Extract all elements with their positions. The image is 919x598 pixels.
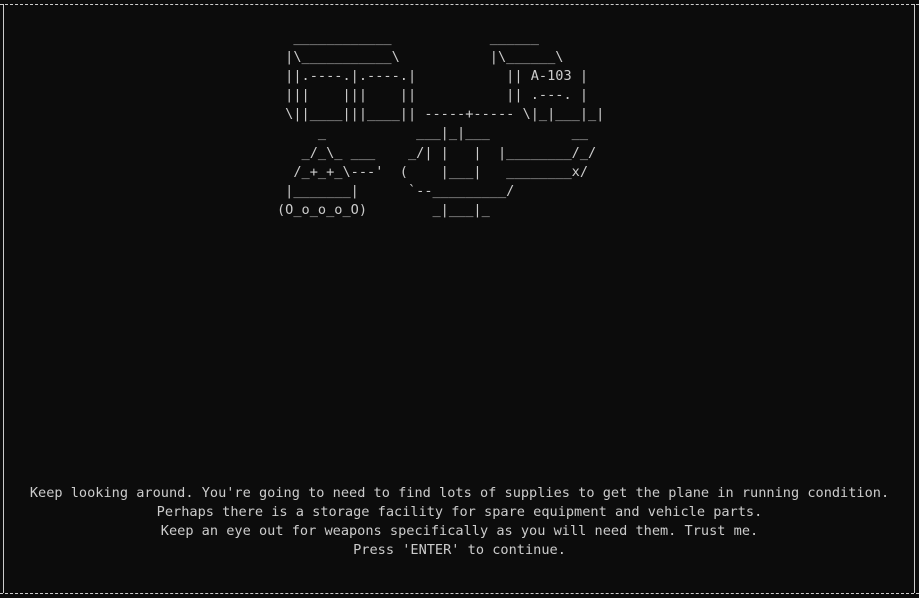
bottom-dashed-border	[0, 593, 919, 594]
ascii-art-scene: ____________ ______ |\___________\ |\___…	[277, 30, 605, 218]
story-message-block: Keep looking around. You're going to nee…	[12, 484, 907, 560]
message-line-weapons: Keep an eye out for weapons specifically…	[160, 523, 759, 539]
right-border	[914, 4, 915, 593]
top-dashed-border	[0, 4, 919, 5]
left-border	[3, 4, 4, 593]
continue-prompt: Press 'ENTER' to continue.	[353, 542, 566, 558]
message-line-storage: Perhaps there is a storage facility for …	[156, 504, 763, 520]
terminal-window[interactable]: ____________ ______ |\___________\ |\___…	[0, 0, 919, 598]
message-line-supplies: Keep looking around. You're going to nee…	[29, 485, 890, 501]
